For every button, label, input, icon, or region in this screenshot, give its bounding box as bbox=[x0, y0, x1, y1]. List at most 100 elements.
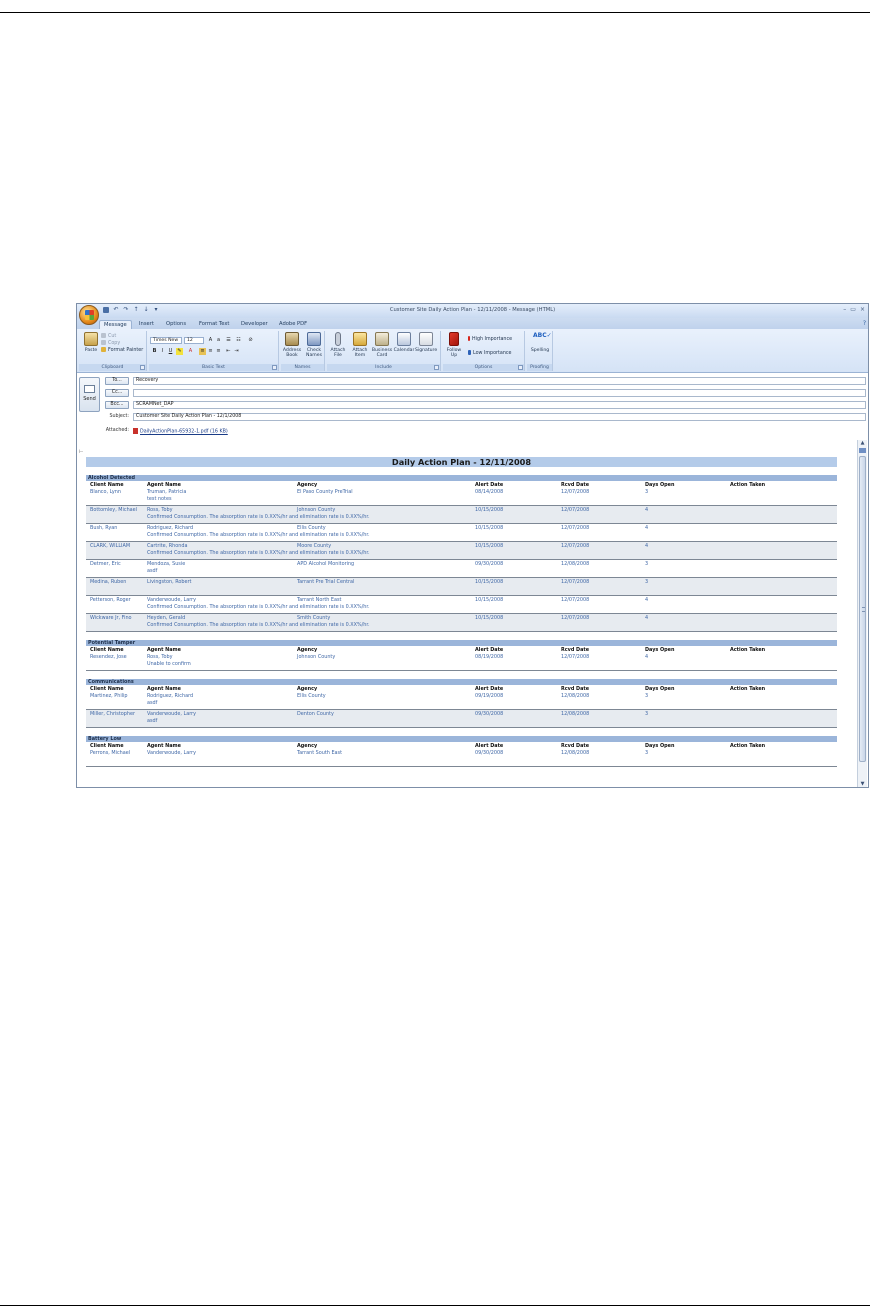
align-right-icon[interactable]: ≡ bbox=[215, 348, 222, 355]
bold-icon[interactable]: B bbox=[151, 348, 158, 355]
agent-name: Truman, Patricia bbox=[147, 489, 187, 495]
record-note: Confirmed Consumption. The absorption ra… bbox=[147, 550, 370, 556]
table-row bbox=[86, 488, 837, 505]
font-name-combo[interactable]: Times New bbox=[150, 337, 182, 344]
days-open: 4 bbox=[645, 543, 649, 549]
business-card-button[interactable]: Business Card bbox=[371, 332, 393, 358]
paste-button[interactable]: Paste bbox=[80, 332, 102, 353]
clear-formatting-icon[interactable]: ⊘ bbox=[247, 337, 254, 344]
maximize-button[interactable]: ▭ bbox=[850, 306, 856, 313]
highlight-icon[interactable]: ✎ bbox=[176, 348, 183, 355]
cc-field[interactable] bbox=[133, 389, 866, 397]
agency: Tarrant South East bbox=[297, 750, 342, 756]
agent-name: Livingston, Robert bbox=[147, 579, 192, 585]
quick-access-toolbar: ↶ ↷ ↑ ↓ ▾ bbox=[103, 307, 159, 313]
align-center-icon[interactable]: ≡ bbox=[207, 348, 214, 355]
align-left-icon[interactable]: ≡ bbox=[199, 348, 206, 355]
client-name: Bottomley, Michael bbox=[90, 507, 138, 513]
cut-button[interactable]: Cut bbox=[101, 333, 116, 340]
minimize-button[interactable]: – bbox=[843, 306, 846, 313]
high-importance-button[interactable]: High Importance bbox=[468, 336, 512, 343]
attach-file-button[interactable]: Attach File bbox=[327, 332, 349, 358]
scroll-up-icon[interactable]: ▲ bbox=[859, 440, 866, 447]
agent-name: Ross, Toby bbox=[147, 654, 173, 660]
options-group: Follow Up High Importance Low Importance… bbox=[443, 331, 525, 371]
down-arrow-icon[interactable]: ↓ bbox=[143, 307, 149, 313]
customize-qat-icon[interactable]: ▾ bbox=[153, 307, 159, 313]
font-size-combo[interactable]: 12 bbox=[184, 337, 204, 344]
scroll-thumb[interactable] bbox=[859, 456, 866, 762]
clipboard-group: Paste Cut Copy Format Painter Clipboard bbox=[79, 331, 147, 371]
underline-icon[interactable]: U bbox=[167, 348, 174, 355]
check-names-button[interactable]: Check Names bbox=[303, 332, 325, 358]
rcvd-date: 12/07/2008 bbox=[561, 597, 590, 603]
address-book-button[interactable]: Address Book bbox=[281, 332, 303, 358]
increase-indent-icon[interactable]: ⇥ bbox=[233, 348, 240, 355]
calendar-button[interactable]: Calendar bbox=[393, 332, 415, 353]
message-body[interactable]: ⊢ Daily Action Plan - 12/11/2008 Alcohol… bbox=[77, 440, 857, 787]
bullets-icon[interactable]: ☰ bbox=[225, 337, 232, 344]
close-button[interactable]: × bbox=[860, 306, 865, 313]
alert-date: 09/30/2008 bbox=[475, 561, 504, 567]
agent-name: Mendoza, Susie bbox=[147, 561, 186, 567]
clipboard-launcher-icon[interactable] bbox=[140, 365, 145, 370]
basic-text-group-label: Basic Text bbox=[149, 364, 278, 371]
row-divider bbox=[86, 631, 837, 632]
page-bottom-rule bbox=[0, 1305, 870, 1306]
table-row bbox=[86, 578, 837, 595]
cc-button[interactable]: Cc... bbox=[105, 389, 129, 397]
days-open: 4 bbox=[645, 615, 649, 621]
include-launcher-icon[interactable] bbox=[434, 365, 439, 370]
save-icon[interactable] bbox=[103, 307, 109, 313]
to-field[interactable]: Recovery bbox=[133, 377, 866, 385]
vertical-scrollbar[interactable]: ▲ ▼ bbox=[857, 440, 867, 787]
low-importance-button[interactable]: Low Importance bbox=[468, 350, 511, 357]
send-button[interactable]: Send bbox=[79, 377, 100, 412]
undo-icon[interactable]: ↶ bbox=[113, 307, 119, 313]
office-button[interactable] bbox=[79, 305, 99, 325]
copy-button[interactable]: Copy bbox=[101, 340, 120, 347]
numbering-icon[interactable]: ☷ bbox=[235, 337, 242, 344]
basic-text-launcher-icon[interactable] bbox=[272, 365, 277, 370]
tab-format-text[interactable]: Format Text bbox=[195, 320, 233, 329]
to-button[interactable]: To... bbox=[105, 377, 129, 385]
up-arrow-icon[interactable]: ↑ bbox=[133, 307, 139, 313]
scroll-down-icon[interactable]: ▼ bbox=[859, 781, 866, 787]
client-name: CLARK, WILLIAM bbox=[90, 543, 131, 549]
font-color-icon[interactable]: A bbox=[187, 348, 194, 355]
alert-date: 10/15/2008 bbox=[475, 615, 504, 621]
agency: Johnson County bbox=[297, 507, 336, 513]
record-note: asdf bbox=[147, 700, 158, 706]
italic-icon[interactable]: I bbox=[159, 348, 166, 355]
bcc-button[interactable]: Bcc... bbox=[105, 401, 129, 409]
tab-message[interactable]: Message bbox=[99, 320, 132, 329]
tab-insert[interactable]: Insert bbox=[135, 320, 158, 329]
spelling-button[interactable]: ABC✓ Spelling bbox=[529, 332, 552, 353]
help-icon[interactable]: ? bbox=[863, 320, 866, 327]
signature-button[interactable]: Signature bbox=[415, 332, 437, 353]
attachment-link[interactable]: DailyActionPlan-65932-1.pdf (16 KB) bbox=[133, 428, 228, 435]
shrink-font-icon[interactable]: a bbox=[215, 337, 222, 344]
grow-font-icon[interactable]: A bbox=[207, 337, 214, 344]
alert-date: 08/19/2008 bbox=[475, 654, 504, 660]
bcc-field[interactable]: SCRAMNet_DAP bbox=[133, 401, 866, 409]
redo-icon[interactable]: ↷ bbox=[123, 307, 129, 313]
options-launcher-icon[interactable] bbox=[518, 365, 523, 370]
tab-options[interactable]: Options bbox=[162, 320, 190, 329]
proofing-group-label: Proofing bbox=[527, 364, 552, 371]
attach-item-button[interactable]: Attach Item bbox=[349, 332, 371, 358]
alert-date: 09/19/2008 bbox=[475, 693, 504, 699]
follow-up-button[interactable]: Follow Up bbox=[443, 332, 465, 358]
tab-adobe-pdf[interactable]: Adobe PDF bbox=[275, 320, 311, 329]
split-box-icon[interactable] bbox=[859, 448, 866, 453]
days-open: 4 bbox=[645, 507, 649, 513]
agency: Tarrant North East bbox=[297, 597, 342, 603]
paintbrush-icon bbox=[101, 347, 106, 352]
client-name: Martinez, Philip bbox=[90, 693, 128, 699]
tab-developer[interactable]: Developer bbox=[237, 320, 272, 329]
decrease-indent-icon[interactable]: ⇤ bbox=[225, 348, 232, 355]
business-card-icon bbox=[375, 332, 389, 346]
format-painter-button[interactable]: Format Painter bbox=[101, 347, 143, 354]
subject-field[interactable]: Customer Site Daily Action Plan - 12/1/2… bbox=[133, 413, 866, 421]
row-divider bbox=[86, 727, 837, 728]
